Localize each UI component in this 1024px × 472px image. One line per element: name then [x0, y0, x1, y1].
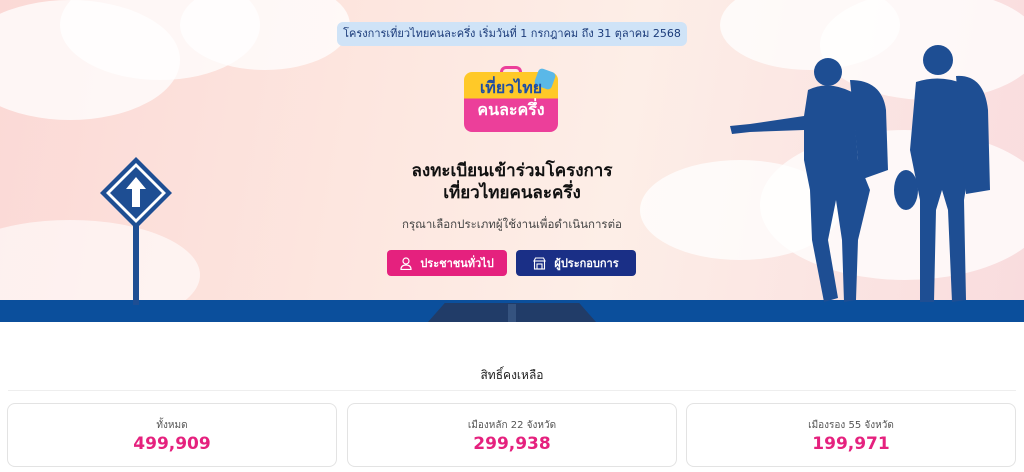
merchant-button-label: ผู้ประกอบการ: [554, 257, 619, 270]
travelers-silhouette-icon: [730, 45, 990, 302]
page-title: ลงทะเบียนเข้าร่วมโครงการ เที่ยวไทยคนละคร…: [362, 160, 662, 204]
merchant-button[interactable]: ผู้ประกอบการ: [516, 250, 636, 276]
road-line: [508, 304, 516, 322]
page-title-line1: ลงทะเบียนเข้าร่วมโครงการ: [411, 161, 613, 181]
hero-banner: โครงการเที่ยวไทยคนละครึ่ง เริ่มวันที่ 1 …: [0, 0, 1024, 322]
arrow-sign-icon: [100, 157, 172, 305]
quota-card-secondary-cities: เมืองรอง 55 จังหวัด 199,971: [686, 403, 1016, 467]
quota-card-primary-cities: เมืองหลัก 22 จังหวัด 299,938: [347, 403, 677, 467]
page-title-line2: เที่ยวไทยคนละครึ่ง: [443, 183, 581, 203]
user-icon: [400, 256, 412, 270]
quota-card-total: ทั้งหมด 499,909: [7, 403, 337, 467]
page-subtitle: กรุณาเลือกประเภทผู้ใช้งานเพื่อดำเนินการต…: [402, 217, 622, 231]
quota-card-label: เมืองรอง 55 จังหวัด: [808, 420, 894, 431]
divider: [8, 390, 1016, 391]
public-user-button-label: ประชาชนทั่วไป: [420, 257, 494, 270]
quota-card-label: ทั้งหมด: [156, 420, 188, 431]
logo-text-line2: คนละครึ่ง: [477, 100, 545, 119]
quota-card-label: เมืองหลัก 22 จังหวัด: [467, 420, 557, 431]
public-user-button[interactable]: ประชาชนทั่วไป: [387, 250, 507, 276]
quota-card-value: 499,909: [133, 434, 211, 454]
program-notice-banner: โครงการเที่ยวไทยคนละครึ่ง เริ่มวันที่ 1 …: [337, 22, 687, 46]
quota-card-value: 299,938: [473, 434, 551, 454]
program-logo: เที่ยวไทย คนละครึ่ง: [464, 66, 558, 132]
quota-card-value: 199,971: [812, 434, 890, 454]
shop-icon: [533, 256, 547, 270]
remaining-quota-heading: สิทธิ์คงเหลือ: [480, 368, 544, 382]
